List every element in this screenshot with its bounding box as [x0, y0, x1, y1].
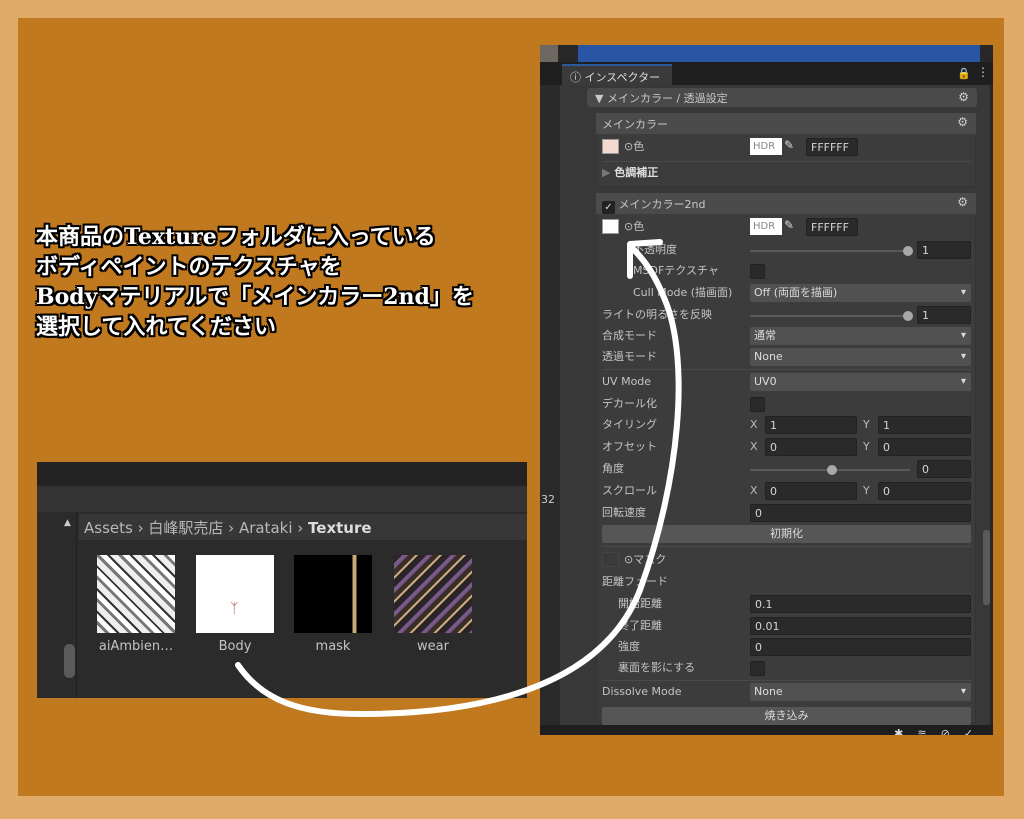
- arrow-curve: [235, 243, 682, 718]
- annotation-arrow: [235, 239, 682, 718]
